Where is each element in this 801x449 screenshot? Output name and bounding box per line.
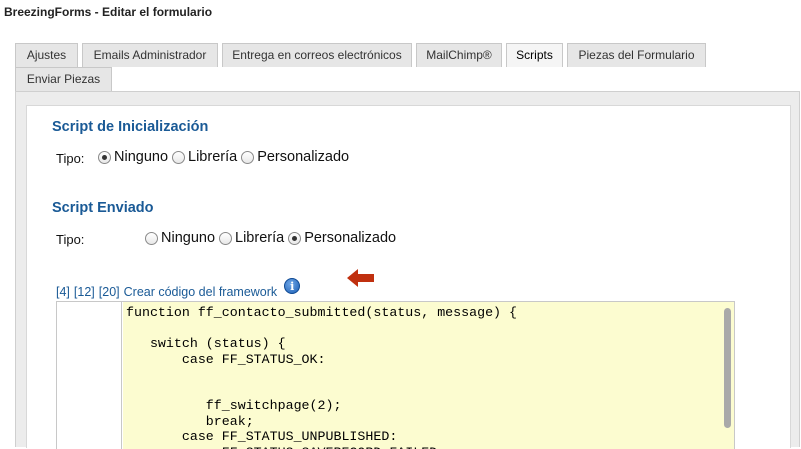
- init-radio-ninguno[interactable]: Ninguno: [98, 149, 168, 165]
- radio-label: Ninguno: [161, 230, 215, 246]
- code-line: ff_switchpage(2);: [126, 398, 734, 414]
- code-editor[interactable]: function ff_contacto_submitted(status, m…: [56, 301, 735, 449]
- create-framework-code-link[interactable]: Crear código del framework: [124, 285, 278, 299]
- scrollbar-thumb[interactable]: [724, 308, 731, 428]
- init-tipo-label: Tipo:: [56, 151, 84, 166]
- link-20[interactable]: [20]: [99, 285, 120, 299]
- scripts-content: Script de Inicialización Tipo: Ninguno L…: [26, 105, 791, 448]
- window-title: BreezingForms - Editar el formulario: [4, 5, 212, 19]
- init-radio-libreria[interactable]: Librería: [172, 149, 237, 165]
- radio-label: Personalizado: [304, 230, 396, 246]
- link-4[interactable]: [4]: [56, 285, 70, 299]
- tab-piezas-formulario[interactable]: Piezas del Formulario: [567, 43, 706, 67]
- tab-ajustes[interactable]: Ajustes: [15, 43, 78, 67]
- submitted-type-radio-group: Ninguno Librería Personalizado: [145, 230, 400, 246]
- radio-checked[interactable]: [98, 151, 111, 164]
- init-type-radio-group: Ninguno Librería Personalizado: [98, 149, 353, 165]
- code-line: [126, 383, 734, 399]
- submitted-radio-ninguno[interactable]: Ninguno: [145, 230, 215, 246]
- radio-label: Librería: [235, 230, 284, 246]
- radio-unchecked[interactable]: [241, 151, 254, 164]
- vertical-scrollbar[interactable]: [720, 302, 734, 449]
- radio-unchecked[interactable]: [145, 232, 158, 245]
- tab-enviar-piezas[interactable]: Enviar Piezas: [15, 67, 112, 91]
- line-number-gutter: [57, 302, 122, 449]
- code-line: case FF_STATUS_OK:: [126, 352, 734, 368]
- submitted-script-title: Script Enviado: [52, 200, 154, 216]
- radio-unchecked[interactable]: [219, 232, 232, 245]
- submitted-radio-libreria[interactable]: Librería: [219, 230, 284, 246]
- tab-emails-administrador[interactable]: Emails Administrador: [82, 43, 218, 67]
- annotation-arrow-icon: [347, 268, 375, 288]
- code-line: [126, 367, 734, 383]
- init-script-title: Script de Inicialización: [52, 119, 208, 135]
- code-line: [126, 321, 734, 337]
- init-radio-personalizado[interactable]: Personalizado: [241, 149, 349, 165]
- radio-label: Personalizado: [257, 149, 349, 165]
- submitted-tipo-label: Tipo:: [56, 232, 84, 247]
- tab-scripts[interactable]: Scripts: [506, 43, 563, 67]
- radio-unchecked[interactable]: [172, 151, 185, 164]
- radio-label: Ninguno: [114, 149, 168, 165]
- code-line: function ff_contacto_submitted(status, m…: [126, 305, 734, 321]
- submitted-radio-personalizado[interactable]: Personalizado: [288, 230, 396, 246]
- tab-entrega-correos[interactable]: Entrega en correos electrónicos: [222, 43, 412, 67]
- radio-label: Librería: [188, 149, 237, 165]
- code-textarea[interactable]: function ff_contacto_submitted(status, m…: [123, 302, 734, 449]
- code-line: break;: [126, 414, 734, 430]
- code-line: switch (status) {: [126, 336, 734, 352]
- info-icon[interactable]: i: [284, 278, 300, 294]
- link-12[interactable]: [12]: [74, 285, 95, 299]
- tab-mailchimp[interactable]: MailChimp®: [416, 43, 502, 67]
- framework-links: [4] [12] [20] Crear código del framework…: [56, 285, 300, 299]
- radio-checked[interactable]: [288, 232, 301, 245]
- scripts-panel: Script de Inicialización Tipo: Ninguno L…: [15, 91, 800, 447]
- code-line: case FF_STATUS_UNPUBLISHED:: [126, 429, 734, 445]
